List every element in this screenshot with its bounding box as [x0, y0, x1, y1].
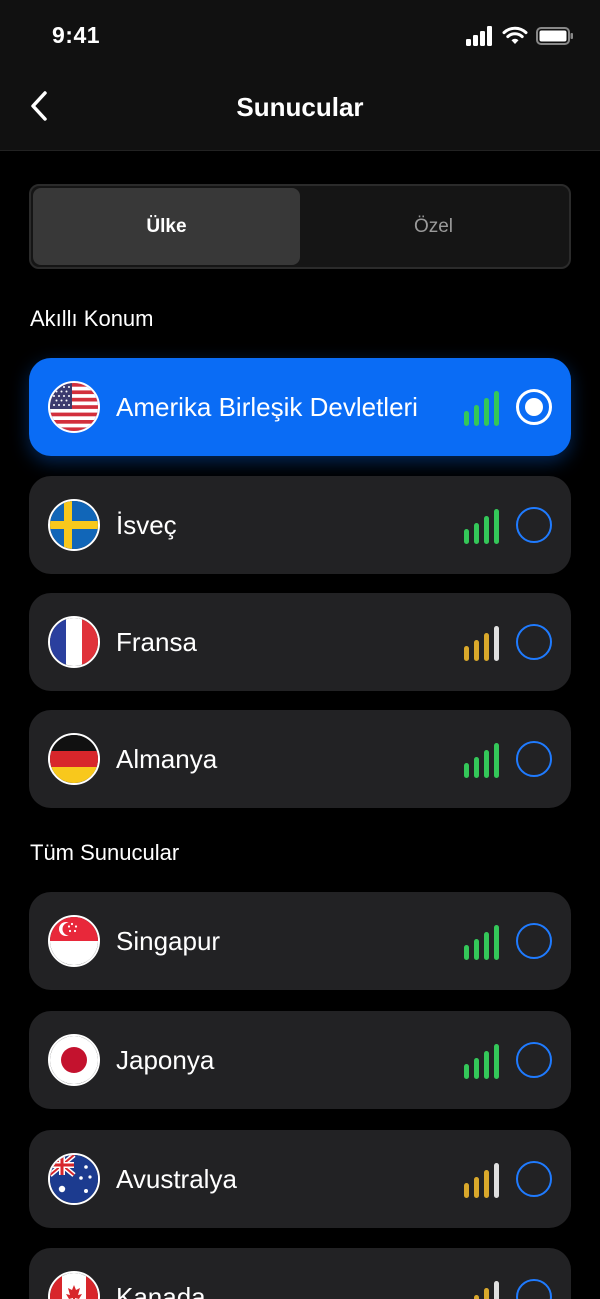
- radio-button[interactable]: [516, 1161, 552, 1197]
- canada-flag-icon: [48, 1271, 100, 1299]
- radio-button[interactable]: [516, 1279, 552, 1299]
- status-icons: [466, 26, 574, 46]
- section-title-smart: Akıllı Konum: [30, 306, 154, 331]
- radio-selected[interactable]: [516, 389, 552, 425]
- server-item-japan[interactable]: Japonya: [29, 1011, 571, 1109]
- battery-icon: [536, 27, 573, 45]
- australia-flag-icon: [48, 1153, 100, 1205]
- radio-button[interactable]: [516, 507, 552, 543]
- radio-button[interactable]: [516, 624, 552, 660]
- section-title-all: Tüm Sunucular: [30, 840, 180, 865]
- server-name: Japonya: [116, 1045, 215, 1075]
- server-name: İsveç: [116, 510, 177, 540]
- server-name: Almanya: [116, 744, 218, 774]
- signal-icon: [466, 26, 492, 46]
- server-item-germany[interactable]: Almanya: [29, 710, 571, 808]
- server-item-canada[interactable]: Kanada: [29, 1248, 571, 1299]
- page-title: Sunucular: [236, 92, 364, 122]
- signal-strength-icon: [464, 925, 499, 960]
- us-flag-icon: [48, 381, 100, 433]
- signal-strength-icon: [464, 626, 499, 661]
- signal-strength-icon: [464, 391, 499, 426]
- france-flag-icon: [48, 616, 100, 668]
- server-item-singapore[interactable]: Singapur: [29, 892, 571, 990]
- status-time: 9:41: [52, 22, 101, 48]
- wifi-icon: [502, 26, 528, 44]
- server-name: Amerika Birleşik Devletleri: [116, 392, 418, 422]
- signal-strength-icon: [464, 743, 499, 778]
- signal-strength-icon: [464, 1163, 499, 1198]
- signal-strength-icon: [464, 509, 499, 544]
- radio-button[interactable]: [516, 741, 552, 777]
- germany-flag-icon: [48, 733, 100, 785]
- signal-strength-icon: [474, 1281, 499, 1299]
- server-name: Kanada: [116, 1282, 206, 1299]
- singapore-flag-icon: [48, 915, 100, 967]
- server-item-sweden[interactable]: İsveç: [29, 476, 571, 574]
- radio-button[interactable]: [516, 1042, 552, 1078]
- server-name: Singapur: [116, 926, 221, 956]
- nav-bar: Sunucular: [0, 70, 600, 151]
- tab-custom[interactable]: Özel: [300, 188, 567, 265]
- segmented-control: Ülke Özel: [29, 184, 571, 269]
- radio-button[interactable]: [516, 923, 552, 959]
- server-name: Fransa: [116, 627, 197, 657]
- tab-country[interactable]: Ülke: [33, 188, 300, 265]
- sweden-flag-icon: [48, 499, 100, 551]
- server-name: Avustralya: [116, 1164, 237, 1194]
- server-item-australia[interactable]: Avustralya: [29, 1130, 571, 1228]
- japan-flag-icon: [48, 1034, 100, 1086]
- status-bar: 9:41: [0, 0, 600, 70]
- server-item-usa[interactable]: Amerika Birleşik Devletleri: [29, 358, 571, 456]
- server-item-france[interactable]: Fransa: [29, 593, 571, 691]
- signal-strength-icon: [464, 1044, 499, 1079]
